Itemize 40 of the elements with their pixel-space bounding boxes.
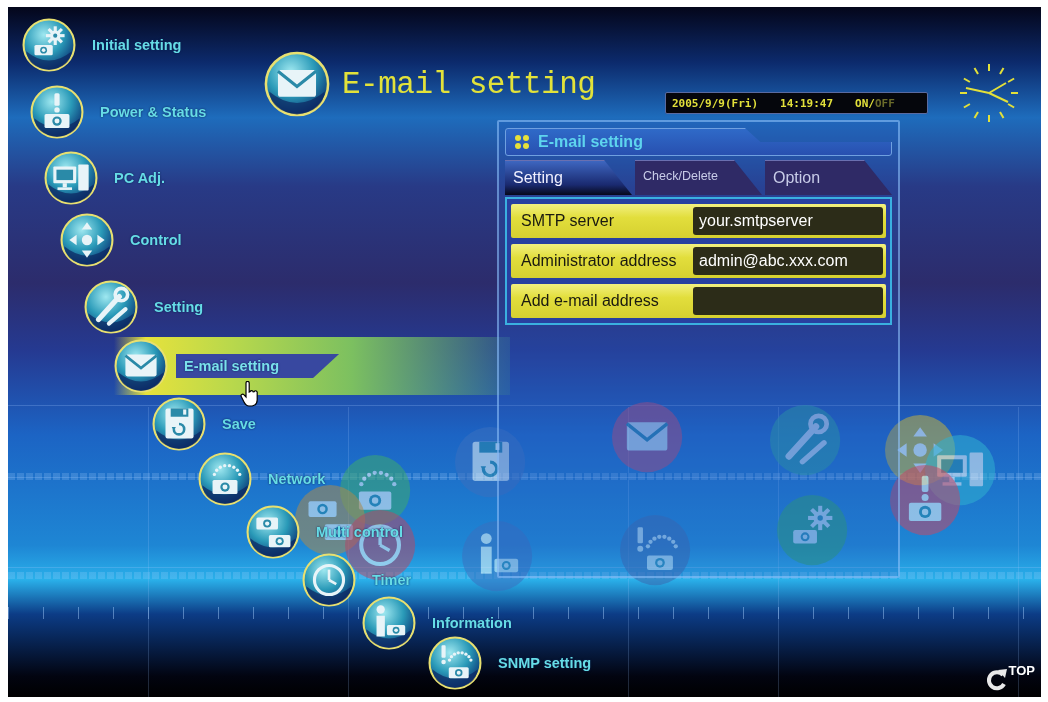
- clock-icon: [958, 62, 1020, 124]
- field-label: Administrator address: [521, 252, 678, 270]
- menu-item[interactable]: Power & Status: [30, 85, 207, 139]
- arrows-icon: [60, 213, 114, 267]
- menu-item[interactable]: PC Adj.: [44, 151, 166, 205]
- tools-icon: [84, 280, 138, 334]
- top-link[interactable]: TOP: [985, 663, 1035, 691]
- field-label: SMTP server: [521, 212, 616, 230]
- hand-cursor-icon: [240, 381, 260, 407]
- text-field[interactable]: [693, 287, 883, 315]
- monitor-icon: [44, 151, 98, 205]
- menu-item[interactable]: Initial setting: [22, 18, 182, 72]
- menu-item[interactable]: Save: [152, 397, 256, 451]
- tab[interactable]: Check/Delete: [635, 160, 762, 195]
- text-field[interactable]: admin@abc.xxx.com: [693, 247, 883, 275]
- envelope-icon: [114, 339, 168, 393]
- menu-item[interactable]: Control: [60, 213, 182, 267]
- faded-monitor-icon: [925, 435, 996, 506]
- refresh-arrow-icon: [985, 667, 1008, 691]
- power-on-label: ON/: [855, 96, 875, 110]
- gear-projector-icon: [22, 18, 76, 72]
- warning-projector-icon: [30, 85, 84, 139]
- power-off-label: OFF: [874, 96, 895, 110]
- time-text: 14:19:47: [780, 96, 834, 110]
- menu-item[interactable]: Setting: [84, 280, 204, 334]
- date-text: 2005/9/9(Fri): [672, 96, 759, 110]
- tab[interactable]: Option: [765, 160, 892, 195]
- projectors-icon: [246, 505, 300, 559]
- page-title: E-mail setting: [342, 66, 596, 102]
- dots-icon: [514, 134, 530, 150]
- floppy-disk-icon: [152, 397, 206, 451]
- warning-network-projector-icon: [428, 636, 482, 690]
- clock-icon: [302, 553, 356, 607]
- network-projector-icon: [198, 452, 252, 506]
- panel-title: E-mail setting: [538, 133, 643, 151]
- text-field[interactable]: your.smtpserver: [693, 207, 883, 235]
- info-projector-icon: [362, 596, 416, 650]
- field-label: Add e-mail address: [521, 292, 660, 310]
- tab[interactable]: Setting: [505, 160, 632, 195]
- envelope-icon: [264, 51, 330, 117]
